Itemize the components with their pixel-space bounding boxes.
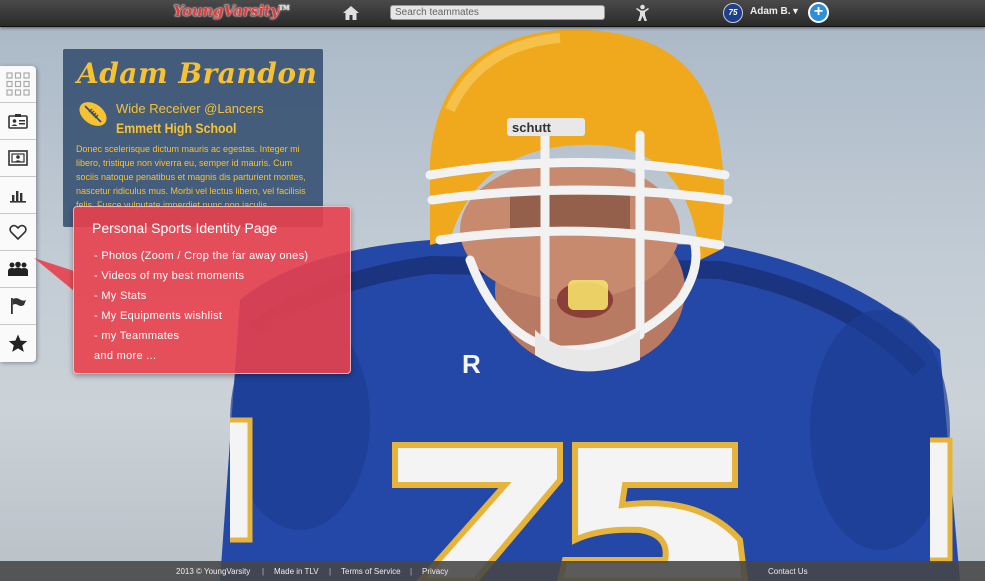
heart-icon [9,224,27,240]
footer-separator: | [329,567,332,576]
footer-privacy-link[interactable]: Privacy [422,567,448,576]
sidebar-item-wishlist[interactable] [0,214,36,251]
left-sidebar [0,66,36,362]
list-item: - My Equipments wishlist [94,310,223,322]
profile-card: Adam Brandon Wide Receiver @Lancers Emme… [63,49,323,227]
football-icon [79,102,107,126]
list-item: and more ... [94,350,157,362]
list-item: - Photos (Zoom / Crop the far away ones) [94,250,309,262]
home-icon[interactable] [342,4,360,22]
sidebar-item-overview[interactable] [0,66,36,103]
callout-feature-list: - Photos (Zoom / Crop the far away ones)… [94,246,308,366]
svg-text:R: R [462,349,481,379]
profile-name: Adam Brandon [77,57,318,90]
svg-text:schutt: schutt [512,120,552,135]
sidebar-item-id-card[interactable] [0,103,36,140]
list-item: - Videos of my best moments [94,270,245,282]
team-icon [8,261,28,276]
sidebar-item-profile[interactable] [0,140,36,177]
footer-separator: | [262,567,265,576]
referee-icon[interactable] [634,4,651,22]
player-position: Wide Receiver @Lancers [116,101,264,116]
id-card-icon [8,114,28,129]
player-bio: Donec scelerisque dictum mauris ac egest… [76,144,306,210]
footer-copyright: 2013 © YoungVarsity [176,567,251,576]
footer-separator: | [410,567,413,576]
feature-callout: Personal Sports Identity Page - Photos (… [73,206,351,374]
footer-contact-link[interactable]: Contact Us [768,567,808,576]
star-icon [8,334,28,352]
sidebar-item-stats[interactable] [0,177,36,214]
footer-terms-link[interactable]: Terms of Service [341,567,401,576]
callout-pointer [34,258,74,291]
grid-icon [6,72,30,96]
user-avatar[interactable]: 75 [723,3,743,23]
flag-icon [11,298,26,314]
user-menu-name[interactable]: Adam B. [750,6,791,17]
footer-bar: 2013 © YoungVarsity | Made in TLV | Term… [0,561,985,581]
sidebar-item-highlights[interactable] [0,325,36,362]
list-item: - My Stats [94,290,147,302]
player-school[interactable]: Emmett High School [116,120,236,136]
sidebar-item-goals[interactable] [0,288,36,325]
sidebar-item-teammates[interactable] [0,251,36,288]
footer-made-in-link[interactable]: Made in TLV [274,567,319,576]
callout-title: Personal Sports Identity Page [92,220,278,236]
add-button[interactable]: + [808,2,829,23]
youngvarsity-logo[interactable]: YoungVarsityTM [173,2,290,20]
search-teammates-input[interactable] [390,5,605,20]
list-item: - my Teammates [94,330,180,342]
stats-icon [10,191,26,203]
top-navigation-bar: YoungVarsityTM 75 Adam B. ▼ + [0,0,985,27]
profile-card-icon [8,150,28,166]
caret-down-icon[interactable]: ▼ [791,6,800,16]
